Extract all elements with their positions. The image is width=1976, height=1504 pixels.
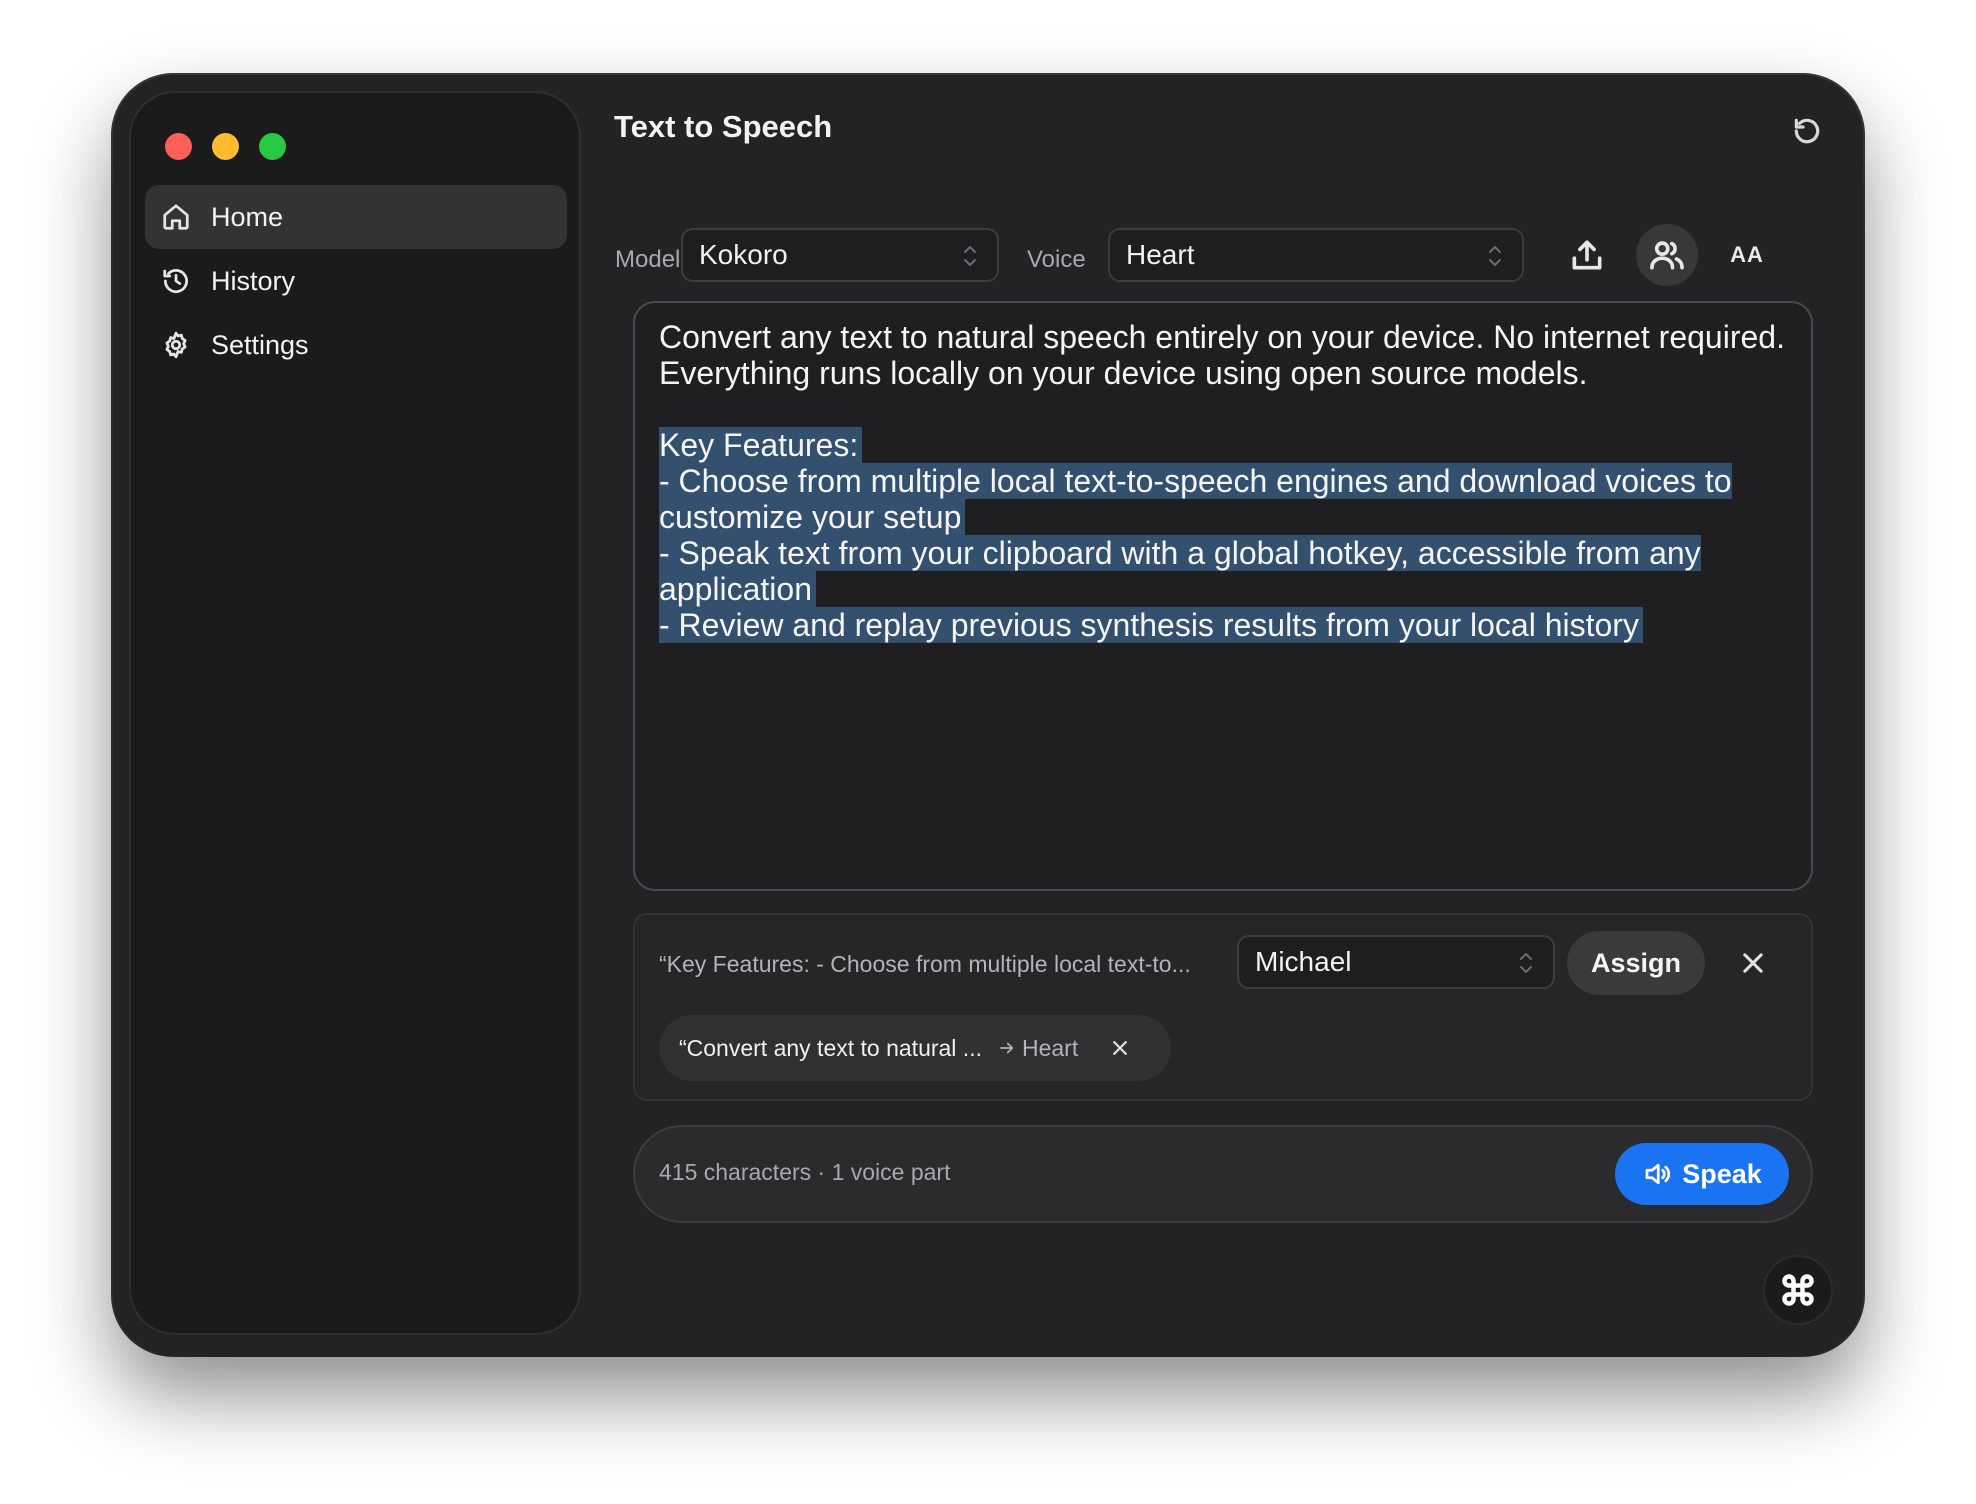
- remove-assignment-button[interactable]: [1108, 1036, 1132, 1060]
- chevron-up-down-icon: [961, 242, 979, 270]
- command-icon: [1782, 1274, 1814, 1306]
- font-size-button[interactable]: AA: [1716, 224, 1778, 286]
- character-count: 415 characters · 1 voice part: [659, 1159, 951, 1185]
- model-select[interactable]: Kokoro: [681, 228, 999, 282]
- assignment-text: “Convert any text to natural ...: [679, 1034, 982, 1061]
- sidebar-item-label: History: [211, 265, 296, 296]
- minimize-window-button[interactable]: [212, 133, 239, 160]
- speaker-icon: [1645, 1163, 1671, 1185]
- chevron-up-down-icon: [1517, 949, 1535, 977]
- selected-text: - Choose from multiple local text-to-spe…: [659, 463, 1732, 535]
- selected-text: Key Features:: [659, 427, 859, 463]
- arrow-right-icon: [998, 1039, 1022, 1057]
- dismiss-selection-button[interactable]: [1735, 945, 1771, 981]
- close-icon: [1113, 1041, 1128, 1055]
- chevron-up-down-icon: [1486, 242, 1504, 270]
- text-editor[interactable]: Convert any text to natural speech entir…: [633, 301, 1813, 891]
- upload-icon: [1572, 240, 1602, 270]
- selection-snippet: “Key Features: - Choose from multiple lo…: [659, 951, 1191, 977]
- selected-text: - Speak text from your clipboard with a …: [659, 535, 1701, 607]
- sidebar-item-settings[interactable]: Settings: [145, 313, 567, 377]
- main-content: Text to Speech Model Kokoro Voice Heart …: [581, 75, 1863, 1355]
- sidebar-item-label: Home: [211, 201, 284, 232]
- close-icon: [1743, 953, 1763, 973]
- zoom-window-button[interactable]: [259, 133, 286, 160]
- speak-button-label: Speak: [1682, 1158, 1762, 1189]
- model-label: Model: [615, 246, 681, 273]
- font-size-icon: AA: [1730, 242, 1764, 267]
- editor-intro-text: Convert any text to natural speech entir…: [659, 319, 1785, 391]
- command-palette-button[interactable]: [1763, 1255, 1833, 1325]
- model-select-value: Kokoro: [699, 239, 788, 270]
- sidebar-item-home[interactable]: Home: [145, 185, 567, 249]
- voice-label: Voice: [1027, 246, 1086, 273]
- reset-icon: [1794, 118, 1820, 144]
- selected-text: - Review and replay previous synthesis r…: [659, 607, 1639, 643]
- assign-voice-value: Michael: [1255, 946, 1352, 977]
- home-icon: [159, 200, 193, 234]
- editor-line: - Speak text from your clipboard with a …: [659, 535, 1787, 607]
- assign-voice-select[interactable]: Michael: [1237, 935, 1555, 989]
- editor-line: - Choose from multiple local text-to-spe…: [659, 463, 1787, 535]
- close-window-button[interactable]: [165, 133, 192, 160]
- voice-assignment-chip: “Convert any text to natural ... Heart: [659, 1015, 1171, 1081]
- sidebar-item-label: Settings: [211, 329, 309, 360]
- sidebar-nav: Home History Settings: [145, 185, 567, 377]
- users-icon: [1650, 241, 1684, 270]
- sidebar-item-history[interactable]: History: [145, 249, 567, 313]
- history-icon: [159, 264, 193, 298]
- multi-voice-button[interactable]: [1636, 224, 1698, 286]
- voice-select[interactable]: Heart: [1108, 228, 1524, 282]
- gear-icon: [159, 328, 193, 362]
- window-controls: [165, 133, 286, 160]
- editor-line: Key Features:: [659, 427, 1787, 463]
- voice-select-value: Heart: [1126, 239, 1195, 270]
- speak-button[interactable]: Speak: [1615, 1143, 1789, 1205]
- sidebar: Home History Settings: [129, 91, 581, 1335]
- editor-line: - Review and replay previous synthesis r…: [659, 607, 1787, 643]
- assign-button[interactable]: Assign: [1567, 931, 1705, 995]
- page-title: Text to Speech: [614, 109, 833, 144]
- assignment-voice: Heart: [1021, 1034, 1079, 1061]
- speak-bar: 415 characters · 1 voice part Speak: [633, 1125, 1813, 1223]
- reset-button[interactable]: [1787, 111, 1827, 151]
- export-button[interactable]: [1556, 224, 1618, 286]
- voice-assign-panel: “Key Features: - Choose from multiple lo…: [633, 913, 1813, 1101]
- app-window: Home History Settings Text to Speech Mod…: [113, 75, 1863, 1355]
